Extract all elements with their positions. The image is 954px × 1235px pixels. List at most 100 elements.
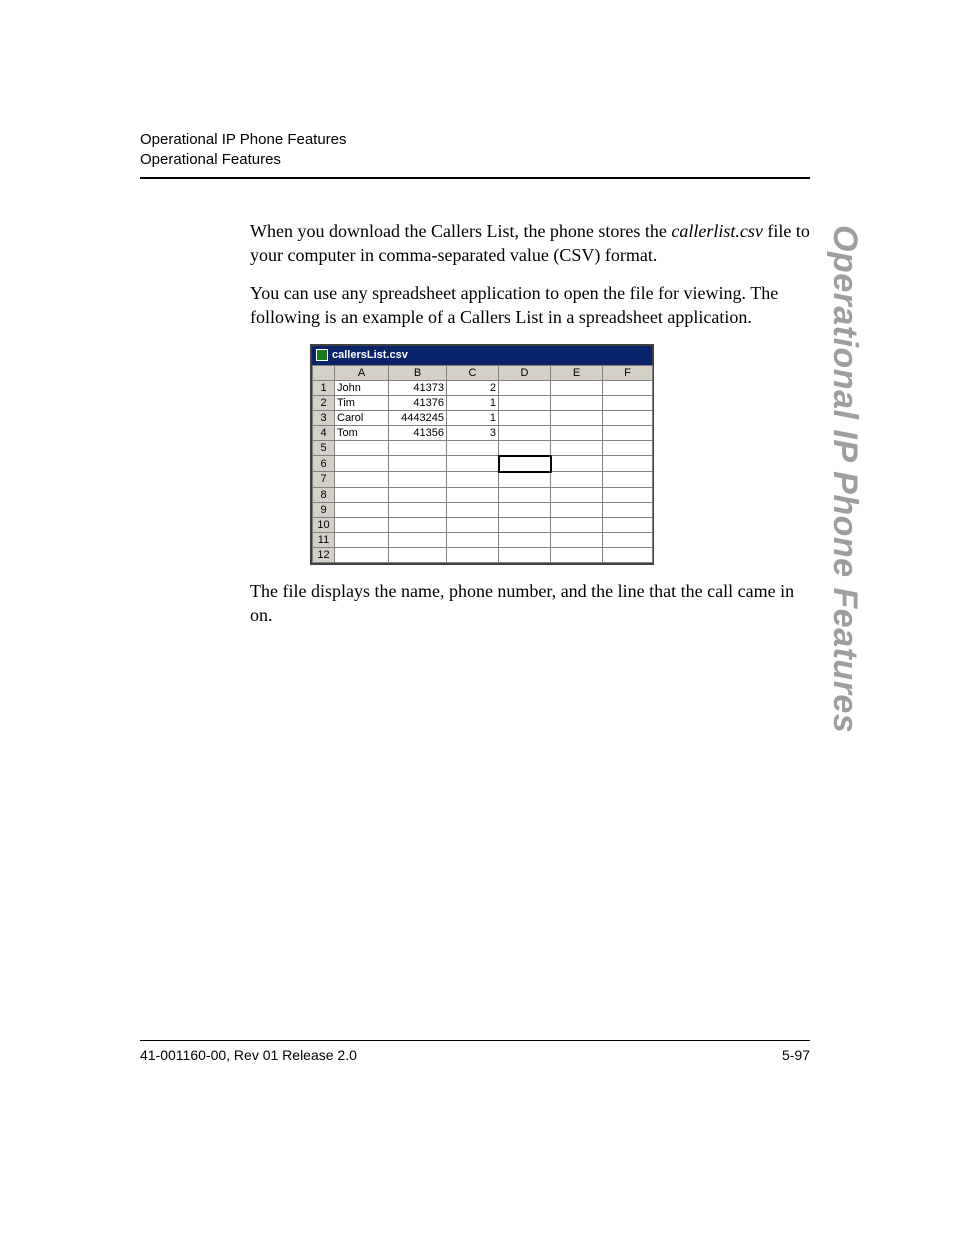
- table-row: 7: [313, 472, 653, 488]
- p1-part-a: When you download the Callers List, the …: [250, 221, 671, 241]
- row-number: 2: [313, 395, 335, 410]
- cell: [335, 532, 389, 547]
- cell: 2: [447, 380, 499, 395]
- selected-cell: [499, 456, 551, 472]
- cell: [499, 410, 551, 425]
- cell: [499, 440, 551, 456]
- row-number: 6: [313, 456, 335, 472]
- cell: [603, 517, 653, 532]
- cell: [551, 410, 603, 425]
- spreadsheet-titlebar: callersList.csv: [312, 346, 652, 365]
- page-content: Operational IP Phone Features Operationa…: [140, 130, 810, 641]
- corner-cell: [313, 365, 335, 380]
- paragraph-3: The file displays the name, phone number…: [250, 579, 810, 628]
- cell: [551, 380, 603, 395]
- col-F: F: [603, 365, 653, 380]
- header-line-1: Operational IP Phone Features: [140, 130, 810, 150]
- cell: [603, 532, 653, 547]
- cell: [335, 456, 389, 472]
- table-row: 9: [313, 502, 653, 517]
- table-row: 2 Tim 41376 1: [313, 395, 653, 410]
- spreadsheet-screenshot: callersList.csv A B C D E F 1 John: [310, 344, 654, 565]
- table-row: 4 Tom 41356 3: [313, 425, 653, 440]
- cell: [603, 502, 653, 517]
- cell: [335, 547, 389, 562]
- cell: [389, 517, 447, 532]
- footer-right: 5-97: [782, 1047, 810, 1063]
- col-B: B: [389, 365, 447, 380]
- cell: [499, 502, 551, 517]
- table-row: 8: [313, 487, 653, 502]
- cell: [389, 472, 447, 488]
- cell: [389, 547, 447, 562]
- cell: [447, 502, 499, 517]
- table-row: 1 John 41373 2: [313, 380, 653, 395]
- cell: [389, 532, 447, 547]
- paragraph-1: When you download the Callers List, the …: [250, 219, 810, 268]
- page-footer: 41-001160-00, Rev 01 Release 2.0 5-97: [140, 1040, 810, 1063]
- table-row: 3 Carol 4443245 1: [313, 410, 653, 425]
- cell: 41376: [389, 395, 447, 410]
- cell: Carol: [335, 410, 389, 425]
- cell: Tom: [335, 425, 389, 440]
- cell: [551, 547, 603, 562]
- row-number: 1: [313, 380, 335, 395]
- row-number: 4: [313, 425, 335, 440]
- cell: [551, 502, 603, 517]
- cell: [551, 472, 603, 488]
- cell: [499, 547, 551, 562]
- cell: [499, 472, 551, 488]
- cell: [499, 380, 551, 395]
- cell: 41356: [389, 425, 447, 440]
- cell: John: [335, 380, 389, 395]
- cell: [447, 472, 499, 488]
- cell: 1: [447, 410, 499, 425]
- col-C: C: [447, 365, 499, 380]
- cell: 41373: [389, 380, 447, 395]
- cell: [551, 395, 603, 410]
- header-row: A B C D E F: [313, 365, 653, 380]
- cell: 1: [447, 395, 499, 410]
- cell: [499, 487, 551, 502]
- cell: [551, 532, 603, 547]
- cell: [447, 532, 499, 547]
- col-E: E: [551, 365, 603, 380]
- row-number: 11: [313, 532, 335, 547]
- cell: 4443245: [389, 410, 447, 425]
- cell: [551, 487, 603, 502]
- cell: [603, 440, 653, 456]
- table-row: 5: [313, 440, 653, 456]
- cell: [499, 395, 551, 410]
- cell: [335, 440, 389, 456]
- table-row: 6: [313, 456, 653, 472]
- cell: [603, 425, 653, 440]
- paragraph-2: You can use any spreadsheet application …: [250, 281, 810, 330]
- header-rule: [140, 177, 810, 179]
- cell: [389, 487, 447, 502]
- row-number: 10: [313, 517, 335, 532]
- cell: [389, 440, 447, 456]
- cell: [335, 472, 389, 488]
- p1-filename: callerlist.csv: [671, 221, 762, 241]
- cell: [551, 517, 603, 532]
- cell: Tim: [335, 395, 389, 410]
- spreadsheet-filename: callersList.csv: [332, 348, 408, 363]
- cell: [551, 456, 603, 472]
- cell: [551, 425, 603, 440]
- table-row: 11: [313, 532, 653, 547]
- page-header: Operational IP Phone Features Operationa…: [140, 130, 810, 171]
- row-number: 9: [313, 502, 335, 517]
- cell: [447, 487, 499, 502]
- cell: [447, 440, 499, 456]
- spreadsheet-grid: A B C D E F 1 John 41373 2 2 Tim: [312, 365, 653, 563]
- cell: [603, 410, 653, 425]
- cell: [603, 472, 653, 488]
- cell: [447, 547, 499, 562]
- side-chapter-title: Operational IP Phone Features: [825, 225, 864, 733]
- col-A: A: [335, 365, 389, 380]
- cell: [447, 517, 499, 532]
- cell: [499, 517, 551, 532]
- cell: [603, 547, 653, 562]
- cell: [603, 456, 653, 472]
- cell: 3: [447, 425, 499, 440]
